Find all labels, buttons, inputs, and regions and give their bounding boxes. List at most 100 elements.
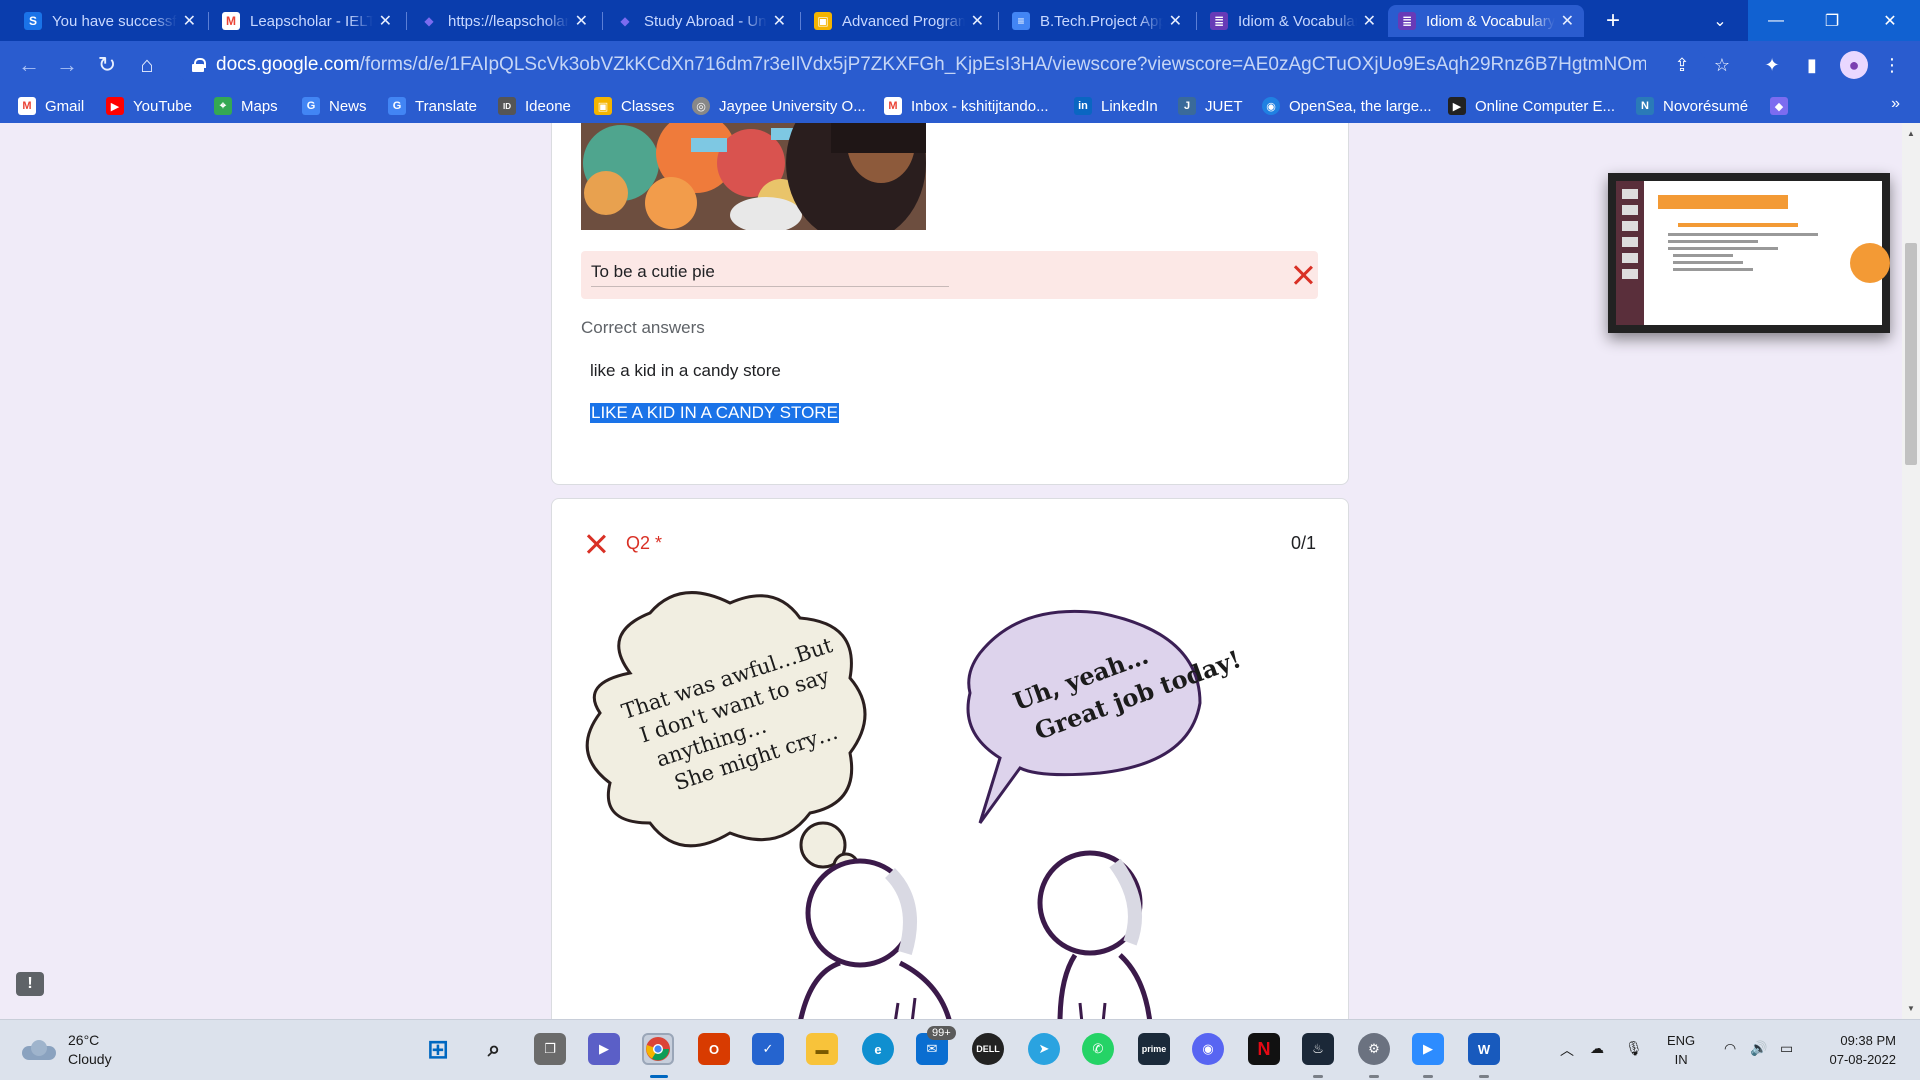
side-panel-icon[interactable]: ▮ (1800, 53, 1824, 77)
settings-gear-icon[interactable]: ⚙ (1358, 1033, 1390, 1065)
share-icon[interactable]: ⇪ (1670, 53, 1694, 77)
bookmark-ideone[interactable]: ID Ideone (498, 95, 571, 117)
browser-tab-active[interactable]: ≣ Idiom & Vocabulary ✕ (1388, 5, 1584, 37)
weather-widget[interactable]: 26°C Cloudy (22, 1032, 112, 1067)
netflix-icon[interactable]: N (1248, 1033, 1280, 1065)
browser-tab[interactable]: ≡ B.Tech.Project Approval ✕ (1002, 5, 1192, 37)
volume-icon[interactable]: 🔊 (1750, 1040, 1767, 1057)
zoom-icon[interactable]: ▶ (1412, 1033, 1444, 1065)
incorrect-x-icon (586, 534, 606, 554)
bookmark-inbox[interactable]: M Inbox - kshitijtando... (884, 95, 1049, 117)
tab-close-icon[interactable]: ✕ (1561, 11, 1574, 31)
home-icon[interactable]: ⌂ (132, 50, 162, 80)
bookmarks-overflow-icon[interactable]: » (1891, 95, 1900, 113)
bookmark-youtube[interactable]: ▶ YouTube (106, 95, 192, 117)
bookmark-linkedin[interactable]: in LinkedIn (1074, 95, 1158, 117)
opensea-icon: ◉ (1262, 97, 1280, 115)
bookmark-gmail[interactable]: M Gmail (18, 95, 84, 117)
tab-favicon-icon: S (24, 12, 42, 30)
bookmark-novoresume[interactable]: N Novorésumé (1636, 95, 1748, 117)
bookmark-jaypee[interactable]: ◎ Jaypee University O... (692, 95, 866, 117)
battery-icon[interactable]: ▭ (1780, 1040, 1793, 1057)
task-view-icon[interactable]: ❐ (534, 1033, 566, 1065)
close-window-button[interactable]: ✕ (1860, 0, 1920, 41)
dell-icon[interactable]: DELL (972, 1033, 1004, 1065)
bookmark-opensea[interactable]: ◉ OpenSea, the large... (1262, 95, 1432, 117)
extensions-icon[interactable]: ✦ (1760, 53, 1784, 77)
edge-icon[interactable]: e (862, 1033, 894, 1065)
juet-icon: J (1178, 97, 1196, 115)
forward-arrow-icon[interactable]: → (52, 50, 82, 80)
back-arrow-icon[interactable]: ← (14, 50, 44, 80)
system-clock[interactable]: 09:38 PM 07-08-2022 (1816, 1031, 1897, 1069)
report-problem-icon[interactable]: ! (16, 972, 44, 996)
windows-taskbar: 26°C Cloudy ⊞ ⌕ ❐ ▶ O ✓ ▬ e ✉ 99+ DELL ➤… (0, 1019, 1920, 1080)
wifi-icon[interactable]: ◠ (1724, 1040, 1736, 1057)
prime-video-icon[interactable]: prime (1138, 1033, 1170, 1065)
microphone-icon[interactable]: 🎙 (1625, 1040, 1643, 1057)
bookmark-news[interactable]: G News (302, 95, 367, 117)
browser-tab[interactable]: S You have successfully ✕ (14, 5, 206, 37)
browser-tab[interactable]: ≣ Idiom & Vocabulary ✕ (1200, 5, 1386, 37)
bookmark-classes[interactable]: ▣ Classes (594, 95, 674, 117)
tab-close-icon[interactable]: ✕ (183, 11, 196, 31)
lock-icon[interactable] (192, 58, 206, 72)
menu-kebab-icon[interactable]: ⋮ (1880, 53, 1904, 77)
tab-search-icon[interactable]: ⌄ (1692, 0, 1748, 41)
office-icon[interactable]: O (698, 1033, 730, 1065)
steam-icon[interactable]: ♨ (1302, 1033, 1334, 1065)
whatsapp-icon[interactable]: ✆ (1082, 1033, 1114, 1065)
reload-icon[interactable]: ↻ (92, 50, 122, 80)
page-scrollbar[interactable]: ▲ ▼ (1902, 123, 1920, 1019)
todo-check-icon[interactable]: ✓ (752, 1033, 784, 1065)
address-bar[interactable]: docs.google.com/forms/d/e/1FAIpQLScVk3ob… (176, 47, 1706, 83)
browser-tab[interactable]: ▣ Advanced Programming ✕ (804, 5, 994, 37)
forms-icon: ≣ (1398, 12, 1416, 30)
chat-icon[interactable]: ▶ (588, 1033, 620, 1065)
onedrive-cloud-icon[interactable]: ☁ (1590, 1040, 1604, 1057)
browser-tab[interactable]: ◆ Study Abroad - Universities ✕ (606, 5, 796, 37)
bookmark-juet[interactable]: J JUET (1178, 95, 1243, 117)
word-icon[interactable]: W (1468, 1033, 1500, 1065)
correct-answer: like a kid in a candy store (590, 361, 781, 380)
bookmark-online-computer[interactable]: ▶ Online Computer E... (1448, 95, 1615, 117)
restore-button[interactable]: ❐ (1804, 0, 1860, 41)
bookmark-extra[interactable]: ◆ (1770, 95, 1797, 117)
weather-description: Cloudy (68, 1051, 112, 1067)
discord-icon[interactable]: ◉ (1192, 1033, 1224, 1065)
novoresume-icon: N (1636, 97, 1654, 115)
tab-close-icon[interactable]: ✕ (379, 11, 392, 31)
profile-avatar[interactable]: ● (1840, 51, 1868, 79)
tab-title: Leapscholar - IELTS (250, 12, 373, 30)
youtube-icon: ▶ (106, 97, 124, 115)
bookmark-maps[interactable]: ⌖ Maps (214, 95, 278, 117)
scrollbar-thumb[interactable] (1905, 243, 1917, 465)
picture-in-picture-window[interactable] (1608, 173, 1890, 333)
search-icon[interactable]: ⌕ (478, 1033, 510, 1065)
minimize-button[interactable]: — (1748, 0, 1804, 41)
tab-close-icon[interactable]: ✕ (1169, 11, 1182, 31)
docs-icon: ≡ (1012, 12, 1030, 30)
browser-tab-strip: S You have successfully ✕ M Leapscholar … (0, 0, 1920, 41)
chrome-icon[interactable] (642, 1033, 674, 1065)
leapscholar-icon: ◆ (424, 14, 434, 28)
tab-close-icon[interactable]: ✕ (971, 11, 984, 31)
telegram-icon[interactable]: ➤ (1028, 1033, 1060, 1065)
bookmark-star-icon[interactable]: ☆ (1710, 53, 1734, 77)
url-text[interactable]: docs.google.com/forms/d/e/1FAIpQLScVk3ob… (216, 54, 1646, 76)
browser-tab[interactable]: M Leapscholar - IELTS ✕ (212, 5, 402, 37)
incorrect-x-icon (1293, 265, 1313, 285)
tray-overflow-chevron-icon[interactable]: ︿ (1560, 1040, 1574, 1060)
new-tab-button[interactable]: + (1598, 6, 1628, 36)
start-windows-icon[interactable]: ⊞ (422, 1033, 454, 1065)
file-explorer-icon[interactable]: ▬ (806, 1033, 838, 1065)
tab-close-icon[interactable]: ✕ (575, 11, 588, 31)
tab-close-icon[interactable]: ✕ (773, 11, 786, 31)
cloud-icon (22, 1039, 56, 1060)
tab-close-icon[interactable]: ✕ (1363, 11, 1376, 31)
tab-title: Idiom & Vocabulary (1238, 12, 1357, 30)
language-indicator[interactable]: ENG IN (1667, 1031, 1695, 1069)
bookmark-translate[interactable]: G Translate (388, 95, 477, 117)
browser-tab[interactable]: ◆ https://leapscholar.com ✕ (410, 5, 598, 37)
maps-icon: ⌖ (214, 97, 232, 115)
